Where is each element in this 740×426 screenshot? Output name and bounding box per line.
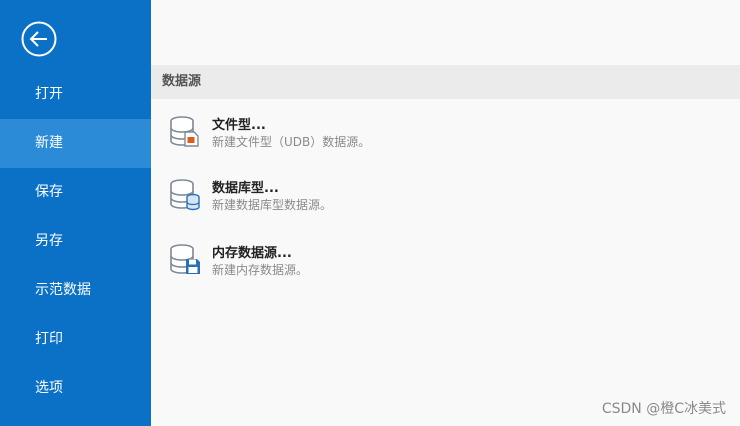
new-database-datasource-option[interactable]: 数据库型... 新建数据库型数据源。 <box>168 177 568 225</box>
back-button[interactable] <box>21 21 57 57</box>
option-title: 数据库型... <box>212 181 279 196</box>
sidebar-item-save-as[interactable]: 另存 <box>0 217 151 266</box>
option-description: 新建数据库型数据源。 <box>212 198 333 212</box>
new-file-datasource-option[interactable]: 文件型... 新建文件型（UDB）数据源。 <box>168 114 568 162</box>
sidebar-item-open[interactable]: 打开 <box>0 70 151 119</box>
file-database-icon <box>168 114 202 148</box>
section-header: 数据源 <box>151 65 740 99</box>
sidebar-item-new[interactable]: 新建 <box>0 119 151 168</box>
new-memory-datasource-option[interactable]: 内存数据源... 新建内存数据源。 <box>168 242 568 290</box>
watermark: CSDN @橙C冰美式 <box>601 401 726 417</box>
main-content: 数据源 文件型... 新建文件型（UDB）数据源。 数据库型... 新建数据库型… <box>151 0 740 426</box>
sidebar-item-sample-data[interactable]: 示范数据 <box>0 266 151 315</box>
option-description: 新建内存数据源。 <box>212 263 309 277</box>
arrow-left-circle-icon <box>21 21 57 57</box>
option-title: 文件型... <box>212 118 266 133</box>
memory-database-icon <box>168 242 202 276</box>
database-icon <box>168 177 202 211</box>
sidebar-item-print[interactable]: 打印 <box>0 315 151 364</box>
sidebar: 打开 新建 保存 另存 示范数据 打印 选项 <box>0 0 151 426</box>
option-description: 新建文件型（UDB）数据源。 <box>212 135 371 149</box>
option-title: 内存数据源... <box>212 246 292 261</box>
sidebar-item-save[interactable]: 保存 <box>0 168 151 217</box>
nav-list: 打开 新建 保存 另存 示范数据 打印 选项 <box>0 70 151 413</box>
sidebar-item-options[interactable]: 选项 <box>0 364 151 413</box>
